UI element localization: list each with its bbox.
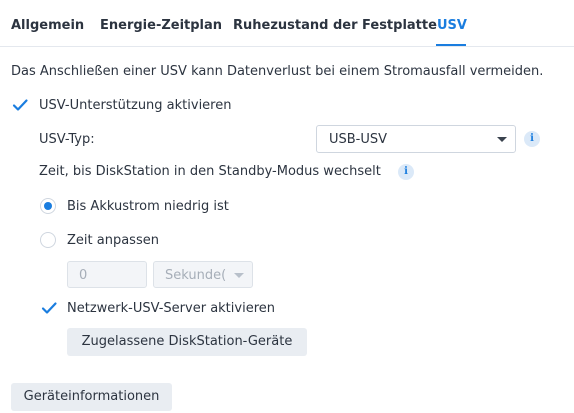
standby-label: Zeit, bis DiskStation in den Standby-Mod… xyxy=(39,164,381,179)
checkmark-icon xyxy=(12,99,28,111)
ups-type-select[interactable]: USB-USV xyxy=(316,125,516,153)
network-ups-server-checkbox[interactable] xyxy=(40,299,58,317)
tab-ruhezustand[interactable]: Ruhezustand der Festplatte xyxy=(233,18,437,33)
chevron-down-icon xyxy=(234,273,244,278)
low-battery-radio[interactable] xyxy=(40,198,56,214)
chevron-down-icon xyxy=(497,137,507,142)
tab-usv[interactable]: USV xyxy=(437,18,467,33)
low-battery-label: Bis Akkustrom niedrig ist xyxy=(67,199,229,214)
network-ups-server-label: Netzwerk-USV-Server aktivieren xyxy=(67,301,275,316)
custom-time-label: Zeit anpassen xyxy=(67,233,159,248)
allowed-devices-button[interactable]: Zugelassene DiskStation-Geräte xyxy=(67,328,307,356)
ups-type-label: USV-Typ: xyxy=(39,132,95,147)
info-icon[interactable]: i xyxy=(524,131,540,147)
tab-bar: Allgemein Energie-Zeitplan Ruhezustand d… xyxy=(0,0,574,47)
tab-allgemein[interactable]: Allgemein xyxy=(11,18,84,33)
description-text: Das Anschließen einer USV kann Datenverl… xyxy=(11,64,544,79)
ups-support-label: USV-Unterstützung aktivieren xyxy=(39,98,232,113)
time-value-input[interactable]: 0 xyxy=(67,261,147,288)
info-icon[interactable]: i xyxy=(398,164,414,180)
ups-type-value: USB-USV xyxy=(329,132,388,147)
checkmark-icon xyxy=(41,302,57,314)
time-unit-value: Sekunde( xyxy=(165,268,227,283)
tab-divider xyxy=(0,46,574,47)
ups-support-checkbox[interactable] xyxy=(11,96,29,114)
time-value: 0 xyxy=(79,268,88,283)
device-info-button[interactable]: Geräteinformationen xyxy=(11,383,172,411)
custom-time-radio[interactable] xyxy=(40,232,56,248)
tab-energie-zeitplan[interactable]: Energie-Zeitplan xyxy=(100,18,222,33)
time-unit-select[interactable]: Sekunde( xyxy=(153,261,253,288)
